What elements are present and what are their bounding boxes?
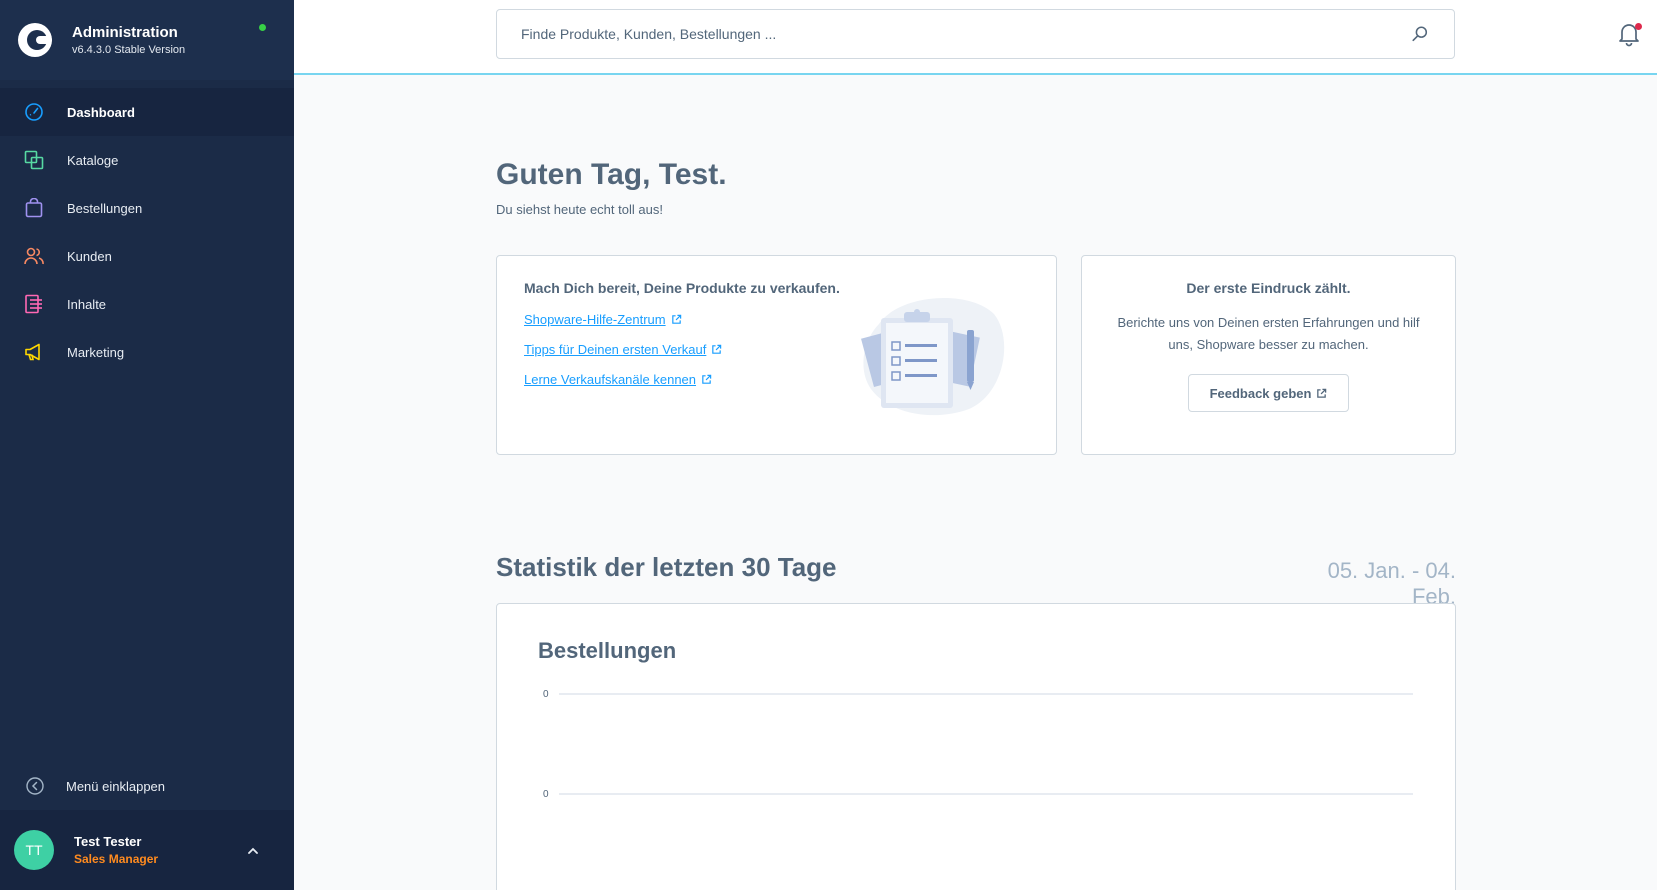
- feedback-button[interactable]: Feedback geben: [1188, 374, 1349, 412]
- global-search[interactable]: [496, 9, 1455, 59]
- app-version: v6.4.3.0 Stable Version: [72, 44, 186, 56]
- sales-channels-link[interactable]: Lerne Verkaufskanäle kennen: [524, 372, 712, 388]
- sidebar-item-customers[interactable]: Kunden: [0, 232, 294, 280]
- user-name: Test Tester: [74, 834, 142, 849]
- statistics-title: Statistik der letzten 30 Tage: [496, 552, 837, 582]
- main-navigation: Dashboard Kataloge Bestellungen Kunden I…: [0, 88, 294, 376]
- sidebar-item-label: Inhalte: [67, 296, 107, 312]
- chevron-left-circle-icon: [24, 775, 46, 797]
- feedback-title: Der erste Eindruck zählt.: [1186, 280, 1351, 296]
- sidebar-item-marketing[interactable]: Marketing: [0, 328, 294, 376]
- top-bar: [294, 0, 1657, 75]
- user-role: Sales Manager: [74, 852, 159, 866]
- sidebar-item-catalog[interactable]: Kataloge: [0, 136, 294, 184]
- search-icon[interactable]: [1410, 24, 1430, 44]
- orders-icon: [23, 197, 45, 219]
- collapse-menu-label: Menü einklappen: [66, 778, 166, 794]
- orders-chart-card: Bestellungen 00: [496, 603, 1456, 890]
- app-title: Administration: [72, 24, 178, 41]
- sidebar-item-label: Kunden: [67, 248, 112, 264]
- sidebar: Administration v6.4.3.0 Stable Version D…: [0, 0, 294, 890]
- sidebar-item-label: Kataloge: [67, 152, 119, 168]
- sidebar-item-label: Dashboard: [67, 104, 135, 120]
- sidebar-item-label: Bestellungen: [67, 200, 143, 216]
- page-title: Guten Tag, Test.: [496, 158, 727, 191]
- y-tick-label: 0: [543, 689, 549, 700]
- external-link-icon: [1316, 388, 1327, 399]
- sidebar-item-content[interactable]: Inhalte: [0, 280, 294, 328]
- getting-started-card: Mach Dich bereit, Deine Produkte zu verk…: [496, 255, 1057, 455]
- getting-started-title: Mach Dich bereit, Deine Produkte zu verk…: [524, 280, 840, 296]
- page-subtitle: Du siehst heute echt toll aus!: [496, 202, 663, 217]
- orders-chart: 00: [543, 689, 1413, 800]
- y-tick-label: 0: [543, 789, 549, 800]
- brand-header[interactable]: Administration v6.4.3.0 Stable Version: [0, 0, 294, 80]
- clipboard-illustration: [861, 297, 1005, 416]
- external-link-icon: [701, 373, 712, 388]
- user-profile[interactable]: TT Test Tester Sales Manager: [0, 810, 294, 890]
- sidebar-item-label: Marketing: [67, 344, 125, 360]
- help-center-link[interactable]: Shopware-Hilfe-Zentrum: [524, 312, 682, 328]
- search-input[interactable]: [521, 26, 1410, 42]
- content-icon: [23, 293, 45, 315]
- notification-badge: [1635, 23, 1642, 30]
- customers-icon: [23, 245, 45, 267]
- chevron-up-icon[interactable]: [246, 844, 260, 858]
- dashboard-icon: [23, 101, 45, 123]
- chart-title: Bestellungen: [538, 638, 677, 663]
- feedback-card: Der erste Eindruck zählt. Berichte uns v…: [1081, 255, 1456, 455]
- online-status-dot: [259, 24, 266, 31]
- external-link-icon: [671, 313, 682, 328]
- collapse-menu-button[interactable]: Menü einklappen: [0, 762, 294, 810]
- catalog-icon: [23, 149, 45, 171]
- first-sale-tips-link[interactable]: Tipps für Deinen ersten Verkauf: [524, 342, 722, 358]
- sidebar-item-dashboard[interactable]: Dashboard: [0, 88, 294, 136]
- sidebar-item-orders[interactable]: Bestellungen: [0, 184, 294, 232]
- feedback-text: Berichte uns von Deinen ersten Erfahrung…: [1117, 315, 1420, 352]
- avatar: TT: [14, 830, 54, 870]
- shopware-logo-icon: [18, 23, 52, 57]
- external-link-icon: [711, 343, 722, 358]
- marketing-icon: [23, 341, 45, 363]
